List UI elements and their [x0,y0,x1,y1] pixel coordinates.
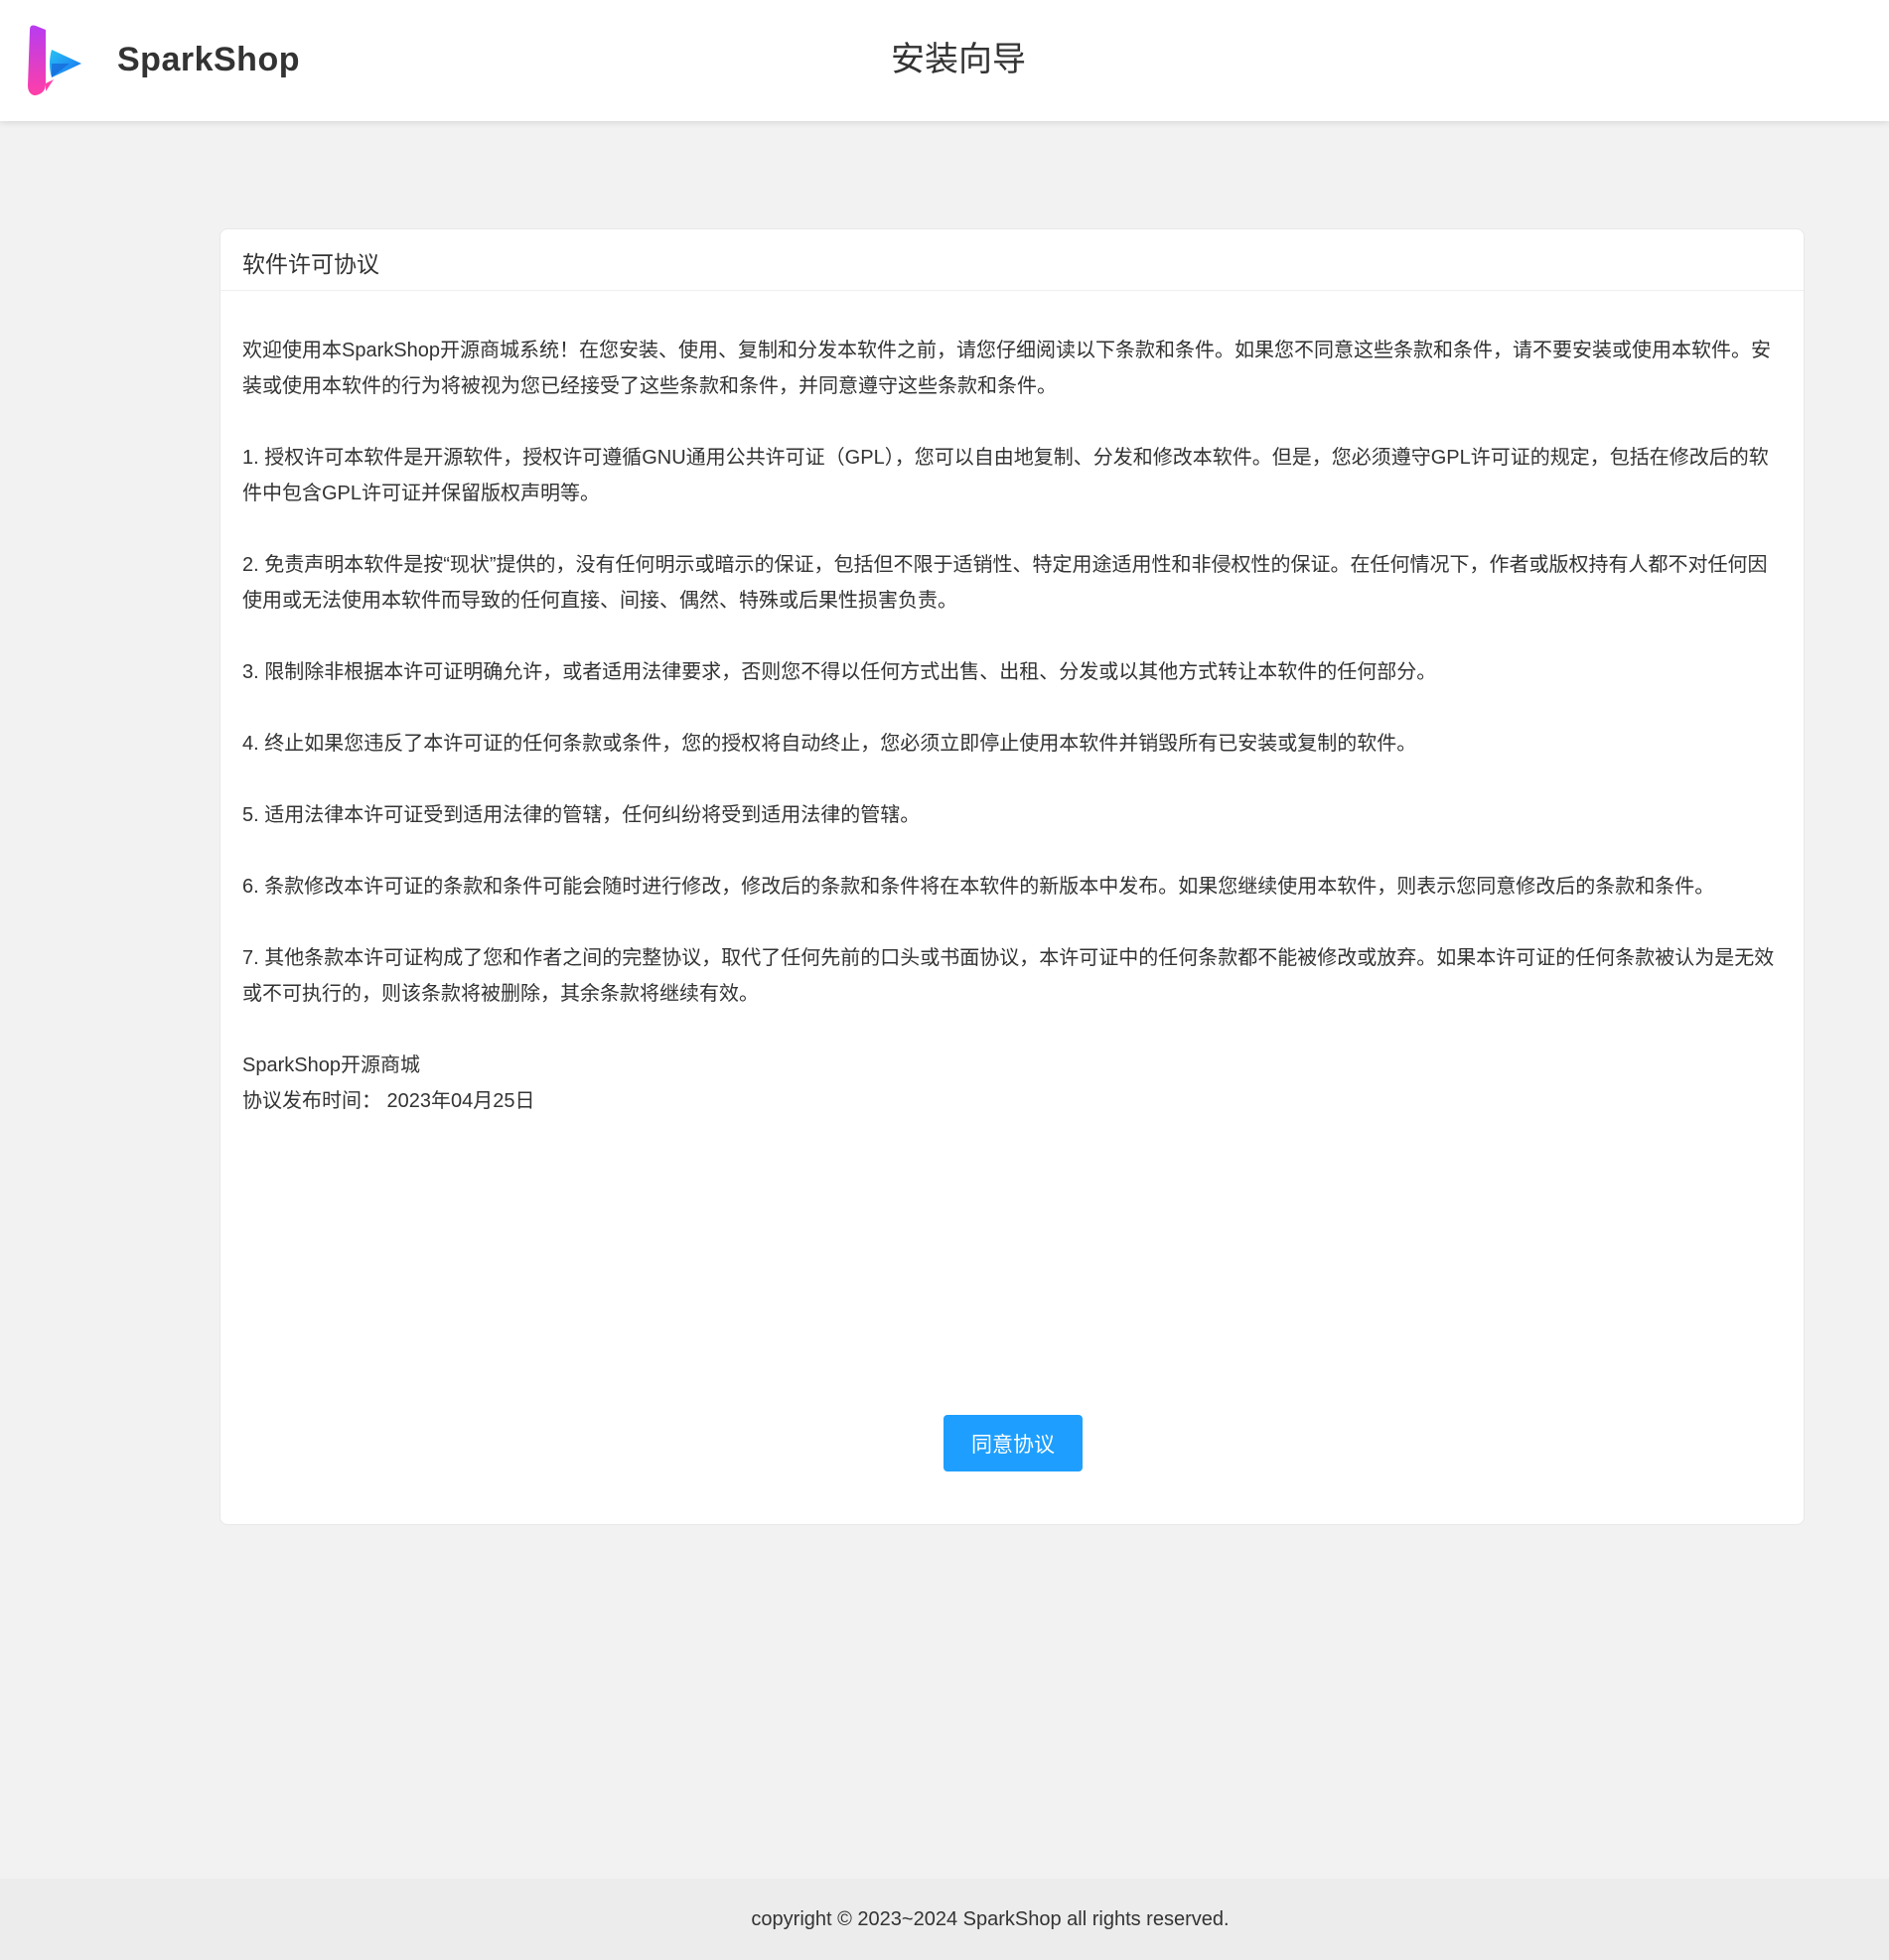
license-signature: SparkShop开源商城 [242,1054,420,1076]
license-card-title: 软件许可协议 [220,229,1804,291]
page-title: 安装向导 [891,41,1026,78]
license-publish-date: 协议发布时间： 2023年04月25日 [242,1090,535,1112]
license-intro: 欢迎使用本SparkShop开源商城系统！在您安装、使用、复制和分发本软件之前，… [242,340,1771,397]
license-clause-1: 1. 授权许可本软件是开源软件，授权许可遵循GNU通用公共许可证（GPL），您可… [242,447,1769,504]
page-footer: copyright © 2023~2024 SparkShop all righ… [0,1879,1889,1960]
license-clause-4: 4. 终止如果您违反了本许可证的任何条款或条件，您的授权将自动终止，您必须立即停… [242,733,1417,755]
license-clause-6: 6. 条款修改本许可证的条款和条件可能会随时进行修改，修改后的条款和条件将在本软… [242,876,1715,898]
license-clause-2: 2. 免责声明本软件是按“现状”提供的，没有任何明示或暗示的保证，包括但不限于适… [242,554,1768,612]
license-content: 欢迎使用本SparkShop开源商城系统！在您安装、使用、复制和分发本软件之前，… [220,291,1804,1119]
license-clause-3: 3. 限制除非根据本许可证明确允许，或者适用法律要求，否则您不得以任何方式出售、… [242,661,1437,683]
copyright-text: copyright © 2023~2024 SparkShop all righ… [751,1908,1230,1930]
license-card: 软件许可协议 欢迎使用本SparkShop开源商城系统！在您安装、使用、复制和分… [219,228,1805,1525]
license-clause-5: 5. 适用法律本许可证受到适用法律的管辖，任何纠纷将受到适用法律的管辖。 [242,804,921,826]
license-clause-7: 7. 其他条款本许可证构成了您和作者之间的完整协议，取代了任何先前的口头或书面协… [242,947,1775,1005]
agree-button[interactable]: 同意协议 [944,1415,1083,1471]
top-header: SparkShop 安装向导 [0,0,1889,121]
